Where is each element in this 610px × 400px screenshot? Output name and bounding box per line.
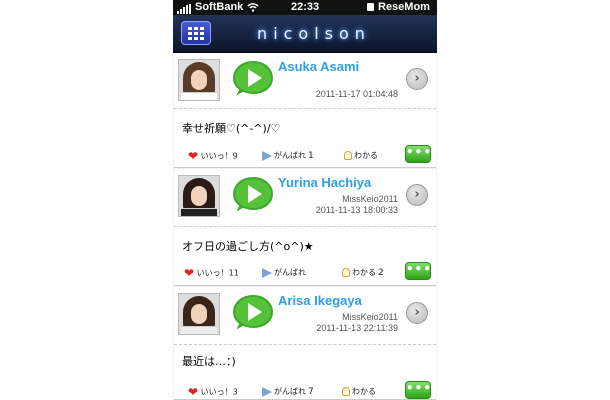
send-icon: [262, 150, 272, 161]
more-button[interactable]: •••: [405, 262, 431, 280]
wakaru-label: わかる: [354, 151, 378, 160]
post-author-name[interactable]: Yurina Hachiya: [278, 175, 371, 190]
signal-icon: [177, 4, 191, 14]
heart-icon: ❤: [188, 385, 199, 399]
more-button[interactable]: •••: [405, 145, 431, 163]
wakaru-count: 2: [378, 268, 384, 278]
grid-menu-icon: [188, 27, 204, 40]
post-card: Yurina Hachiya MissKeio2011 2011-11-13 1…: [174, 169, 436, 286]
like-button[interactable]: ❤ いいっ！11: [184, 265, 239, 282]
bulb-icon: [344, 151, 352, 160]
chevron-right-icon[interactable]: ›: [406, 302, 428, 324]
avatar[interactable]: [178, 59, 220, 101]
watermark-text: ReseMom: [378, 1, 430, 13]
status-bar: SoftBank 22:33 ReseMom: [173, 0, 437, 15]
app-screen: SoftBank 22:33 ReseMom nicolson Asuka As…: [173, 0, 437, 400]
like-label: いいっ！11: [196, 268, 239, 278]
status-time: 22:33: [291, 1, 320, 13]
play-voice-icon[interactable]: [230, 292, 276, 334]
post-message: 幸せ祈願♡(^-^)/♡: [182, 122, 281, 135]
post-card: Asuka Asami 2011-11-17 01:04:48 › 幸せ祈願♡(…: [174, 53, 436, 168]
more-button[interactable]: •••: [405, 381, 431, 399]
bulb-icon: [342, 387, 350, 396]
wakaru-label: わかる: [352, 387, 376, 396]
chevron-right-icon[interactable]: ›: [406, 68, 428, 90]
divider: [174, 344, 436, 345]
like-button[interactable]: ❤ いいっ！3: [188, 384, 238, 400]
like-label: いいっ！3: [200, 387, 238, 397]
post-message: 最近は…：): [182, 355, 236, 368]
wakaru-label: わかる: [352, 268, 376, 277]
ganbare-count: 7: [308, 387, 314, 397]
post-actions: ❤ いいっ！3 がんばれ 7 わかる •••: [174, 381, 436, 400]
post-actions: ❤ いいっ！11 がんばれ わかる 2 •••: [174, 262, 436, 285]
heart-icon: ❤: [188, 149, 199, 163]
chevron-right-icon[interactable]: ›: [406, 184, 428, 206]
like-button[interactable]: ❤ いいっ！9: [188, 148, 238, 165]
post-author-name[interactable]: Arisa Ikegaya: [278, 293, 362, 308]
divider: [174, 108, 436, 109]
play-voice-icon[interactable]: [230, 58, 276, 100]
ganbare-button[interactable]: がんばれ 7: [262, 384, 314, 400]
carrier-name: SoftBank: [195, 1, 244, 13]
app-header: nicolson: [173, 15, 437, 53]
menu-button[interactable]: [181, 21, 211, 45]
post-date: 2011-11-17 01:04:48: [315, 89, 398, 99]
play-voice-icon[interactable]: [230, 174, 276, 216]
post-author-name[interactable]: Asuka Asami: [278, 59, 359, 74]
ganbare-count: 1: [308, 151, 314, 161]
post-message: オフ日の過ごし方(^o^)★: [182, 240, 314, 253]
post-author-group: MissKeio2011: [342, 194, 398, 204]
ganbare-button[interactable]: がんばれ 1: [262, 148, 314, 164]
avatar[interactable]: [178, 175, 220, 217]
lock-icon: [367, 3, 374, 11]
ganbare-button[interactable]: がんばれ: [262, 265, 308, 281]
post-date: 2011-11-13 18:00:33: [315, 205, 398, 215]
like-label: いいっ！9: [200, 151, 238, 161]
send-icon: [262, 267, 272, 278]
post-author-group: MissKeio2011: [342, 312, 398, 322]
ganbare-label: がんばれ: [274, 268, 306, 277]
avatar[interactable]: [178, 293, 220, 335]
app-logo: nicolson: [257, 24, 371, 43]
post-actions: ❤ いいっ！9 がんばれ 1 わかる •••: [174, 145, 436, 168]
heart-icon: ❤: [184, 266, 195, 280]
send-icon: [262, 386, 272, 397]
wakaru-button[interactable]: わかる 2: [342, 265, 384, 281]
bulb-icon: [342, 268, 350, 277]
ganbare-label: がんばれ: [274, 151, 306, 160]
post-date: 2011-11-13 22:11:39: [316, 323, 398, 333]
post-card: Arisa Ikegaya MissKeio2011 2011-11-13 22…: [174, 287, 436, 400]
wakaru-button[interactable]: わかる: [342, 384, 378, 400]
ganbare-label: がんばれ: [274, 387, 306, 396]
divider: [174, 226, 436, 227]
wakaru-button[interactable]: わかる: [344, 148, 380, 164]
wifi-icon: [247, 3, 259, 12]
